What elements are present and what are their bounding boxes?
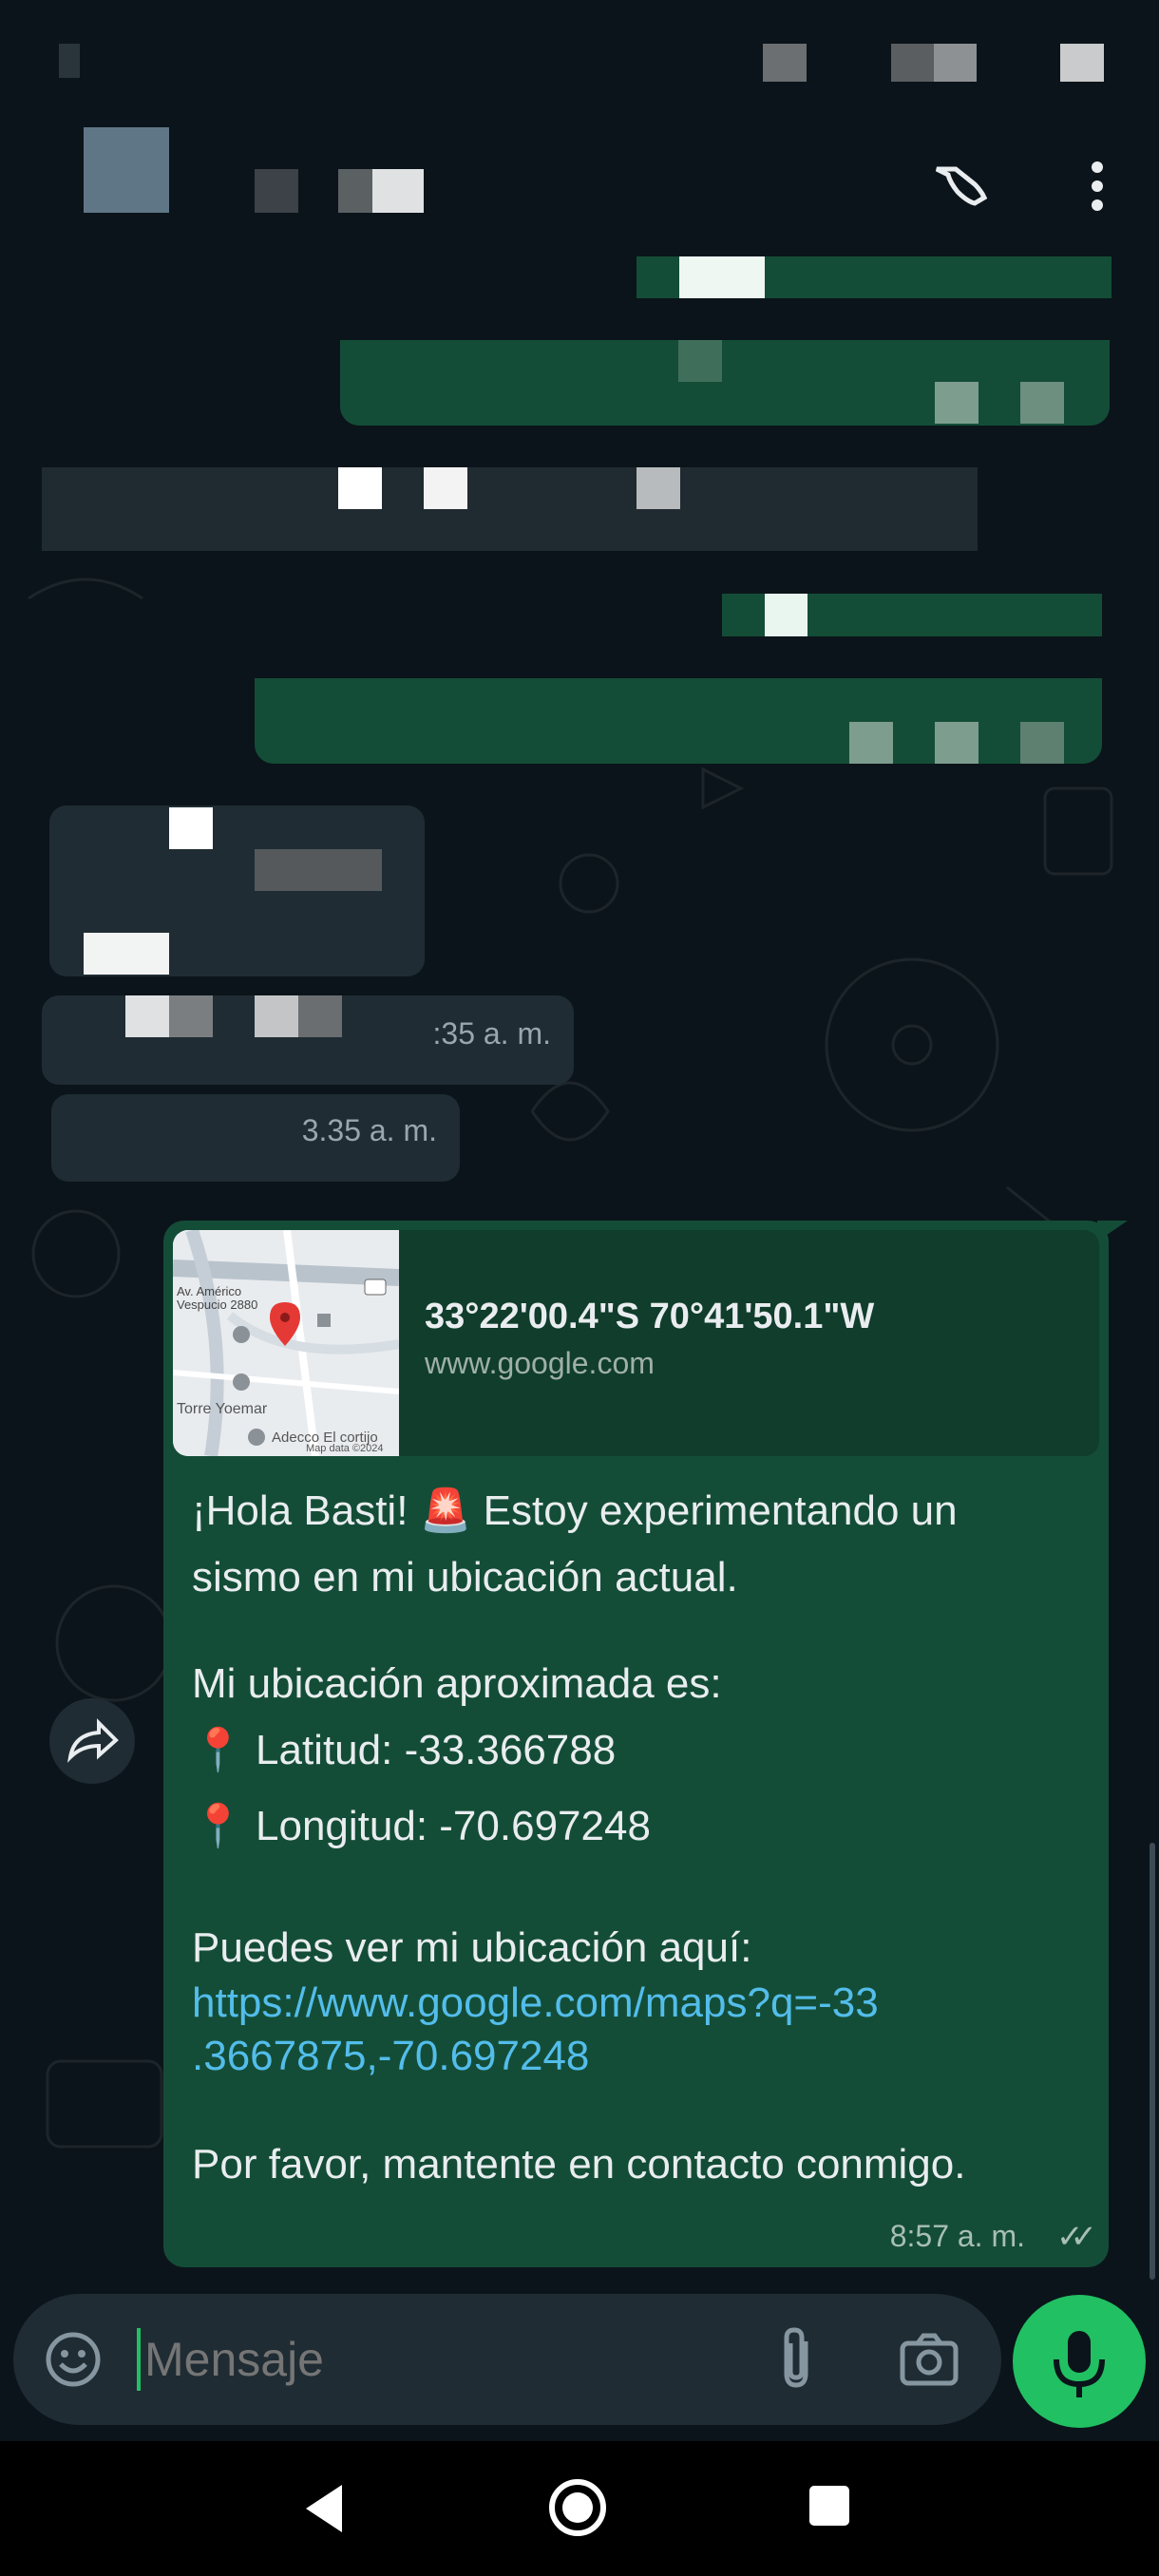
emoji-icon xyxy=(46,2332,101,2387)
emoji-button[interactable] xyxy=(44,2330,103,2389)
back-button[interactable] xyxy=(300,2481,348,2536)
message-text: Puedes ver mi ubicación aquí: xyxy=(192,1924,752,1971)
message-input[interactable] xyxy=(142,2322,735,2396)
message-redacted xyxy=(636,467,680,509)
message-redacted xyxy=(42,467,978,551)
attach-button[interactable] xyxy=(773,2324,821,2393)
message-text: Mi ubicación aproximada es: xyxy=(192,1660,722,1707)
message-time: 3.35 a. m. xyxy=(301,1113,437,1147)
outgoing-message-redacted xyxy=(935,722,978,764)
message-text: ¡Hola Basti! 🚨 Estoy experimentando un xyxy=(192,1487,958,1534)
outgoing-message[interactable]: Av. Américo Vespucio 2880 Torre Yoemar A… xyxy=(163,1221,1109,2267)
signal-icon xyxy=(59,44,80,78)
outgoing-message-redacted xyxy=(935,382,978,424)
message-redacted xyxy=(338,467,382,509)
map-thumbnail[interactable]: Av. Américo Vespucio 2880 Torre Yoemar A… xyxy=(173,1230,400,1456)
forward-button[interactable] xyxy=(49,1698,135,1784)
outgoing-message-redacted xyxy=(679,256,765,298)
message-time: :35 a. m. xyxy=(432,1016,552,1051)
recents-icon xyxy=(809,2486,849,2526)
incoming-message-redacted xyxy=(169,807,213,849)
voice-call-icon[interactable] xyxy=(929,160,1005,217)
contact-name[interactable] xyxy=(338,169,424,213)
outgoing-message-redacted xyxy=(765,594,808,636)
incoming-message: 3.35 a. m. xyxy=(51,1094,460,1182)
chat-header xyxy=(0,123,1159,256)
home-button[interactable] xyxy=(547,2477,608,2538)
outgoing-message-redacted xyxy=(849,722,893,764)
text-cursor xyxy=(137,2328,141,2391)
status-bar xyxy=(0,0,1159,123)
recents-button[interactable] xyxy=(808,2484,851,2528)
map-label: Av. Américo Vespucio 2880 xyxy=(177,1284,258,1312)
maps-link[interactable]: .3667875,-70.697248 xyxy=(192,2030,589,2083)
back-icon xyxy=(306,2485,342,2532)
message-text: sismo en mi ubicación actual. xyxy=(192,1554,738,1601)
scrollbar[interactable] xyxy=(1150,1843,1155,2280)
map-label: Torre Yoemar xyxy=(177,1401,268,1417)
forward-icon xyxy=(66,1718,119,1763)
avatar[interactable] xyxy=(84,127,169,213)
incoming-message: :35 a. m. xyxy=(42,995,574,1085)
camera-button[interactable] xyxy=(899,2330,960,2387)
wifi-icon xyxy=(891,44,977,82)
read-receipt-icon: ✓✓ xyxy=(1056,2219,1097,2255)
system-nav-bar xyxy=(0,2441,1159,2576)
message-input-bar xyxy=(13,2294,1001,2425)
outgoing-message-redacted xyxy=(678,340,722,382)
incoming-message-redacted xyxy=(84,933,169,975)
battery-icon xyxy=(1060,44,1104,82)
maps-link[interactable]: https://www.google.com/maps?q=-33 xyxy=(192,1977,879,2030)
contact-name[interactable] xyxy=(255,169,298,213)
message-time: 8:57 a. m. xyxy=(889,2219,1025,2253)
camera-icon xyxy=(900,2333,959,2386)
message-redacted xyxy=(424,467,467,509)
link-preview[interactable]: Av. Américo Vespucio 2880 Torre Yoemar A… xyxy=(173,1230,1099,1456)
network-icon xyxy=(763,44,807,82)
message-text: 📍 Latitud: -33.366788 xyxy=(192,1727,617,1773)
voice-message-button[interactable] xyxy=(1013,2295,1146,2428)
message-text: Por favor, mantente en contacto conmigo. xyxy=(192,2141,966,2188)
preview-title: 33°22'00.4"S 70°41'50.1"W xyxy=(425,1297,875,1336)
preview-domain: www.google.com xyxy=(425,1346,655,1380)
mic-icon xyxy=(1054,2331,1105,2397)
home-icon xyxy=(549,2479,606,2536)
more-options-icon[interactable] xyxy=(1083,158,1112,215)
outgoing-message-redacted xyxy=(340,340,1110,426)
message-text: 📍 Longitud: -70.697248 xyxy=(192,1803,651,1849)
map-label: Map data ©2024 xyxy=(306,1443,384,1454)
outgoing-message-redacted xyxy=(1020,382,1064,424)
attach-icon xyxy=(784,2327,808,2388)
incoming-message-redacted xyxy=(255,849,382,891)
outgoing-message-redacted xyxy=(1020,722,1064,764)
